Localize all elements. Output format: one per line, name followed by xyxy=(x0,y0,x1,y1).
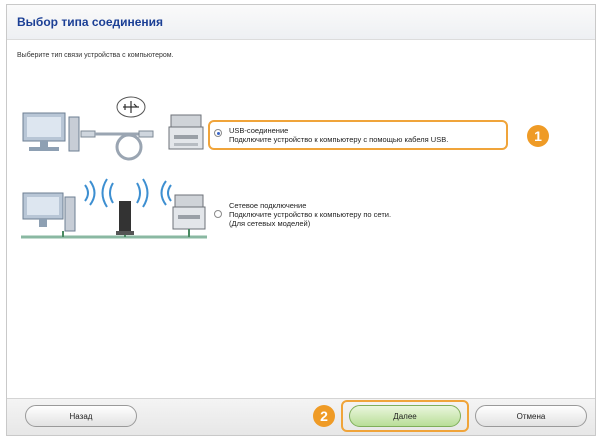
dialog-header: Выбор типа соединения xyxy=(7,5,595,40)
usb-option[interactable]: USB-соединение Подключите устройство к к… xyxy=(229,126,448,144)
network-option-note: (Для сетевых моделей) xyxy=(229,219,311,228)
dialog-window: Выбор типа соединения Выберите тип связи… xyxy=(6,4,596,436)
next-button[interactable]: Далее xyxy=(349,405,461,427)
network-radio[interactable] xyxy=(214,210,222,218)
cancel-button[interactable]: Отмена xyxy=(475,405,587,427)
usb-option-description: Подключите устройство к компьютеру с пом… xyxy=(229,135,449,144)
callout-1: 1 xyxy=(527,125,549,147)
page-title: Выбор типа соединения xyxy=(17,15,164,29)
usb-option-title: USB-соединение xyxy=(229,126,289,135)
back-button[interactable]: Назад xyxy=(25,405,137,427)
network-option-title: Сетевое подключение xyxy=(229,201,307,210)
network-wifi-printer-icon xyxy=(21,178,207,239)
network-option[interactable]: Сетевое подключение Подключите устройств… xyxy=(229,201,391,228)
network-option-description: Подключите устройство к компьютеру по се… xyxy=(229,210,392,219)
callout-2: 2 xyxy=(313,405,335,427)
instruction-text: Выберите тип связи устройства с компьюте… xyxy=(17,52,174,59)
usb-radio[interactable] xyxy=(214,129,222,137)
computer-usb-printer-icon xyxy=(22,96,204,161)
